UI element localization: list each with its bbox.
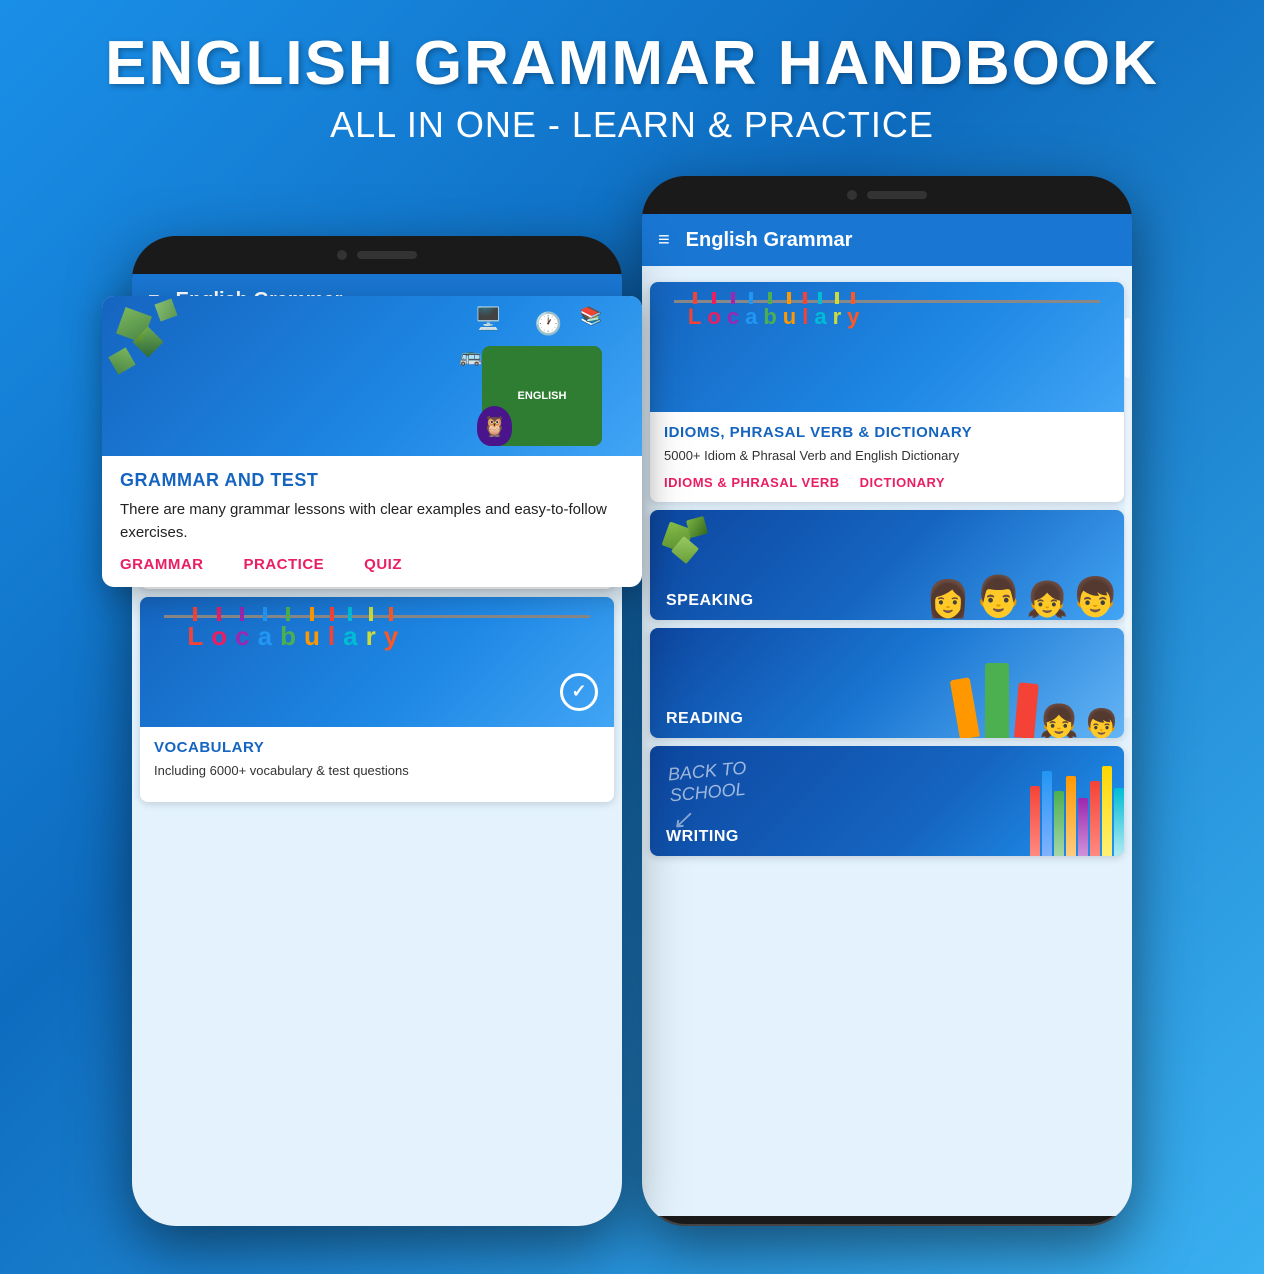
main-subtitle: ALL IN ONE - LEARN & PRACTICE	[20, 104, 1244, 146]
popup-link-grammar[interactable]: GRAMMAR	[120, 556, 204, 573]
scrollbar-thumb[interactable]	[1125, 318, 1130, 378]
reading-card-image: 👧 👦 READING	[650, 628, 1124, 738]
phone-top-left	[132, 236, 622, 274]
vocabulary-card-image: L o c a	[140, 597, 614, 727]
idioms-link-dictionary[interactable]: DICTIONARY	[860, 475, 945, 490]
popup-card-title: GRAMMAR AND TEST	[120, 470, 624, 491]
idioms-card-body: IDIOMS, PHRASAL VERB & DICTIONARY 5000+ …	[650, 412, 1124, 502]
popup-link-practice[interactable]: PRACTICE	[244, 556, 325, 573]
writing-card-image: BACK TO SCHOOL ↙	[650, 746, 1124, 856]
app-title-right: English Grammar	[686, 229, 853, 252]
vocabulary-card: L o c a	[140, 597, 614, 802]
speaker-left	[357, 251, 417, 259]
phone-top-right	[642, 176, 1132, 214]
idioms-card-desc: 5000+ Idiom & Phrasal Verb and English D…	[664, 447, 1110, 465]
idioms-card: L o c a	[650, 282, 1124, 502]
writing-label: WRITING	[666, 828, 739, 845]
camera-left	[337, 250, 347, 260]
camera-right	[847, 190, 857, 200]
idioms-card-image: L o c a	[650, 282, 1124, 412]
hamburger-icon-right[interactable]: ≡	[658, 230, 670, 250]
writing-card: BACK TO SCHOOL ↙	[650, 746, 1124, 856]
speaking-label: SPEAKING	[666, 592, 754, 609]
popup-card-image: ENGLISH 🦉 🕐 🖥️ 📚 🚌	[102, 296, 642, 456]
speaking-card-image: 👩 👨 👧 👦 SPEAKING	[650, 510, 1124, 620]
right-phone-screen: L o c a	[642, 266, 1132, 1216]
popup-card-desc: There are many grammar lessons with clea…	[120, 499, 624, 544]
scrollbar-track[interactable]	[1125, 318, 1130, 718]
vocabulary-card-desc: Including 6000+ vocabulary & test questi…	[154, 762, 600, 780]
popup-card: ENGLISH 🦉 🕐 🖥️ 📚 🚌 GRAMMAR AND TEST Ther…	[102, 296, 642, 587]
popup-card-links: GRAMMAR PRACTICE QUIZ	[120, 556, 624, 573]
left-phone-wrap: ENGLISH 🦉 🕐 🖥️ 📚 🚌 GRAMMAR AND TEST Ther…	[132, 206, 622, 1226]
speaking-card: 👩 👨 👧 👦 SPEAKING	[650, 510, 1124, 620]
reading-label: READING	[666, 710, 743, 727]
speaker-right	[867, 191, 927, 199]
right-phone: ≡ English Grammar L	[642, 176, 1132, 1226]
phones-container: ENGLISH 🦉 🕐 🖥️ 📚 🚌 GRAMMAR AND TEST Ther…	[0, 166, 1264, 1226]
app-bar-right: ≡ English Grammar	[642, 214, 1132, 266]
reading-card: 👧 👦 READING	[650, 628, 1124, 738]
idioms-card-links: IDIOMS & PHRASAL VERB DICTIONARY	[664, 475, 1110, 490]
vocabulary-card-body: VOCABULARY Including 6000+ vocabulary & …	[140, 727, 614, 802]
vocabulary-card-title: VOCABULARY	[154, 739, 600, 756]
popup-link-quiz[interactable]: QUIZ	[364, 556, 402, 573]
header: ENGLISH GRAMMAR HANDBOOK ALL IN ONE - LE…	[0, 0, 1264, 166]
main-title: ENGLISH GRAMMAR HANDBOOK	[20, 30, 1244, 98]
idioms-card-title: IDIOMS, PHRASAL VERB & DICTIONARY	[664, 424, 1110, 441]
popup-card-body: GRAMMAR AND TEST There are many grammar …	[102, 456, 642, 587]
idioms-link-idioms[interactable]: IDIOMS & PHRASAL VERB	[664, 475, 840, 490]
